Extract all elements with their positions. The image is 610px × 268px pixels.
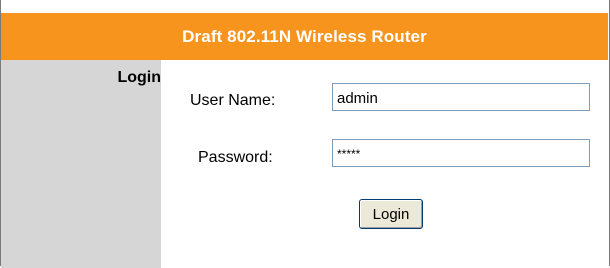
username-label: User Name: — [190, 92, 276, 109]
password-label: Password: — [198, 149, 273, 166]
page-header: Draft 802.11N Wireless Router — [1, 12, 608, 60]
password-input[interactable] — [332, 139, 590, 167]
header-title: Draft 802.11N Wireless Router — [182, 26, 427, 46]
login-button[interactable]: Login — [359, 199, 423, 229]
sidebar-title: Login — [117, 69, 161, 86]
login-form: User Name: Password: Login — [161, 60, 608, 268]
username-input[interactable] — [332, 83, 590, 111]
sidebar: Login — [1, 60, 161, 268]
